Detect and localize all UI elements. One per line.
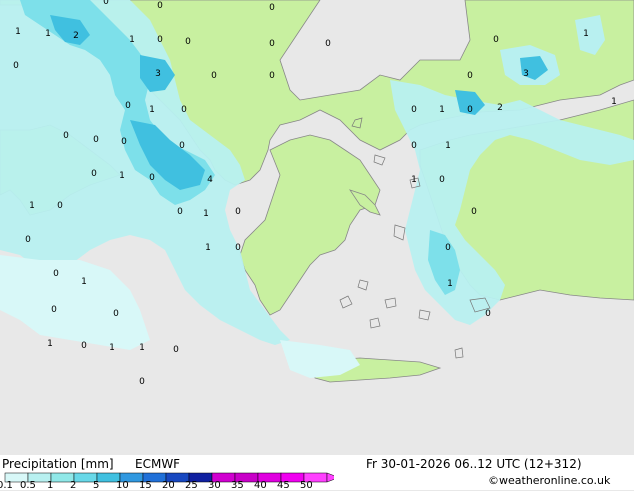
station-value: 0	[157, 35, 163, 45]
station-value: 0	[467, 71, 473, 81]
station-value: 0	[103, 0, 109, 7]
station-value: 1	[47, 339, 53, 349]
scale-label: 30	[208, 480, 221, 491]
station-value: 4	[207, 175, 213, 185]
station-value: 1	[149, 105, 155, 115]
station-value: 0	[25, 235, 31, 245]
station-value: 0	[445, 243, 451, 253]
station-value: 0	[269, 71, 275, 81]
station-value: 1	[611, 97, 617, 107]
station-value: 0	[63, 131, 69, 141]
station-value: 0	[493, 35, 499, 45]
credit-text: ©weatheronline.co.uk	[488, 474, 611, 487]
station-value: 0	[125, 101, 131, 111]
station-value: 0	[235, 243, 241, 253]
scale-label: 0.5	[20, 480, 36, 491]
scale-label: 15	[139, 480, 152, 491]
scale-label: 35	[231, 480, 244, 491]
scale-label: 1	[47, 480, 54, 491]
station-value: 0	[269, 39, 275, 49]
station-value: 1	[45, 29, 51, 39]
station-value: 2	[73, 31, 79, 41]
scale-label: 0.1	[0, 480, 13, 491]
station-value: 0	[467, 105, 473, 115]
station-value: 1	[109, 343, 115, 353]
station-value: 0	[177, 207, 183, 217]
station-value: 0	[91, 169, 97, 179]
station-value: 1	[129, 35, 135, 45]
precipitation-map: 1 1 2 0 0 0 1 0 0 0 0 3 0 0 0 0 3 0 0 2 1 0 0 1 0 1 1 0 0 4 0 0 1 0 0 1 0 1 0 0…	[0, 0, 634, 455]
station-value: 1	[439, 105, 445, 115]
scale-label: 40	[254, 480, 267, 491]
station-value: 0	[439, 175, 445, 185]
station-value: 0	[81, 341, 87, 351]
station-value: 0	[149, 173, 155, 183]
station-value: 3	[523, 69, 529, 79]
station-value: 1	[203, 209, 209, 219]
station-value: 0	[113, 309, 119, 319]
station-value: 1	[411, 175, 417, 185]
station-value: 1	[583, 29, 589, 39]
station-value: 0	[179, 141, 185, 151]
scale-label: 25	[185, 480, 198, 491]
station-value: 0	[157, 1, 163, 11]
station-value: 0	[173, 345, 179, 355]
station-value: 0	[325, 39, 331, 49]
station-value: 1	[139, 343, 145, 353]
model-label: ECMWF	[135, 457, 181, 471]
station-value: 0	[411, 141, 417, 151]
station-value: 1	[447, 279, 453, 289]
scale-label: 45	[277, 480, 290, 491]
station-value: 0	[51, 305, 57, 315]
scale-label: 50	[300, 480, 313, 491]
scale-label: 2	[70, 480, 77, 491]
station-value: 0	[53, 269, 59, 279]
scale-label: 10	[116, 480, 129, 491]
station-value: 0	[211, 71, 217, 81]
station-value: 0	[181, 105, 187, 115]
station-value: 1	[205, 243, 211, 253]
station-value: 0	[471, 207, 477, 217]
station-value: 0	[93, 135, 99, 145]
valid-time: Fr 30-01-2026 06..12 UTC (12+312)	[366, 457, 582, 471]
station-value: 0	[185, 37, 191, 47]
scale-label: 5	[93, 480, 100, 491]
station-value: 1	[445, 141, 451, 151]
station-value: 1	[119, 171, 125, 181]
station-value: 2	[497, 103, 503, 113]
precip-label: Precipitation [mm]	[2, 457, 114, 471]
station-value: 0	[139, 377, 145, 387]
station-value: 0	[269, 3, 275, 13]
station-value: 0	[485, 309, 491, 319]
scale-arrow	[326, 472, 334, 483]
station-value: 0	[235, 207, 241, 217]
station-value: 0	[121, 137, 127, 147]
station-value: 3	[155, 69, 161, 79]
station-value: 0	[13, 61, 19, 71]
scale-label: 20	[162, 480, 175, 491]
station-value: 1	[15, 27, 21, 37]
station-value: 0	[411, 105, 417, 115]
station-value: 0	[57, 201, 63, 211]
station-value: 1	[29, 201, 35, 211]
station-value: 1	[81, 277, 87, 287]
